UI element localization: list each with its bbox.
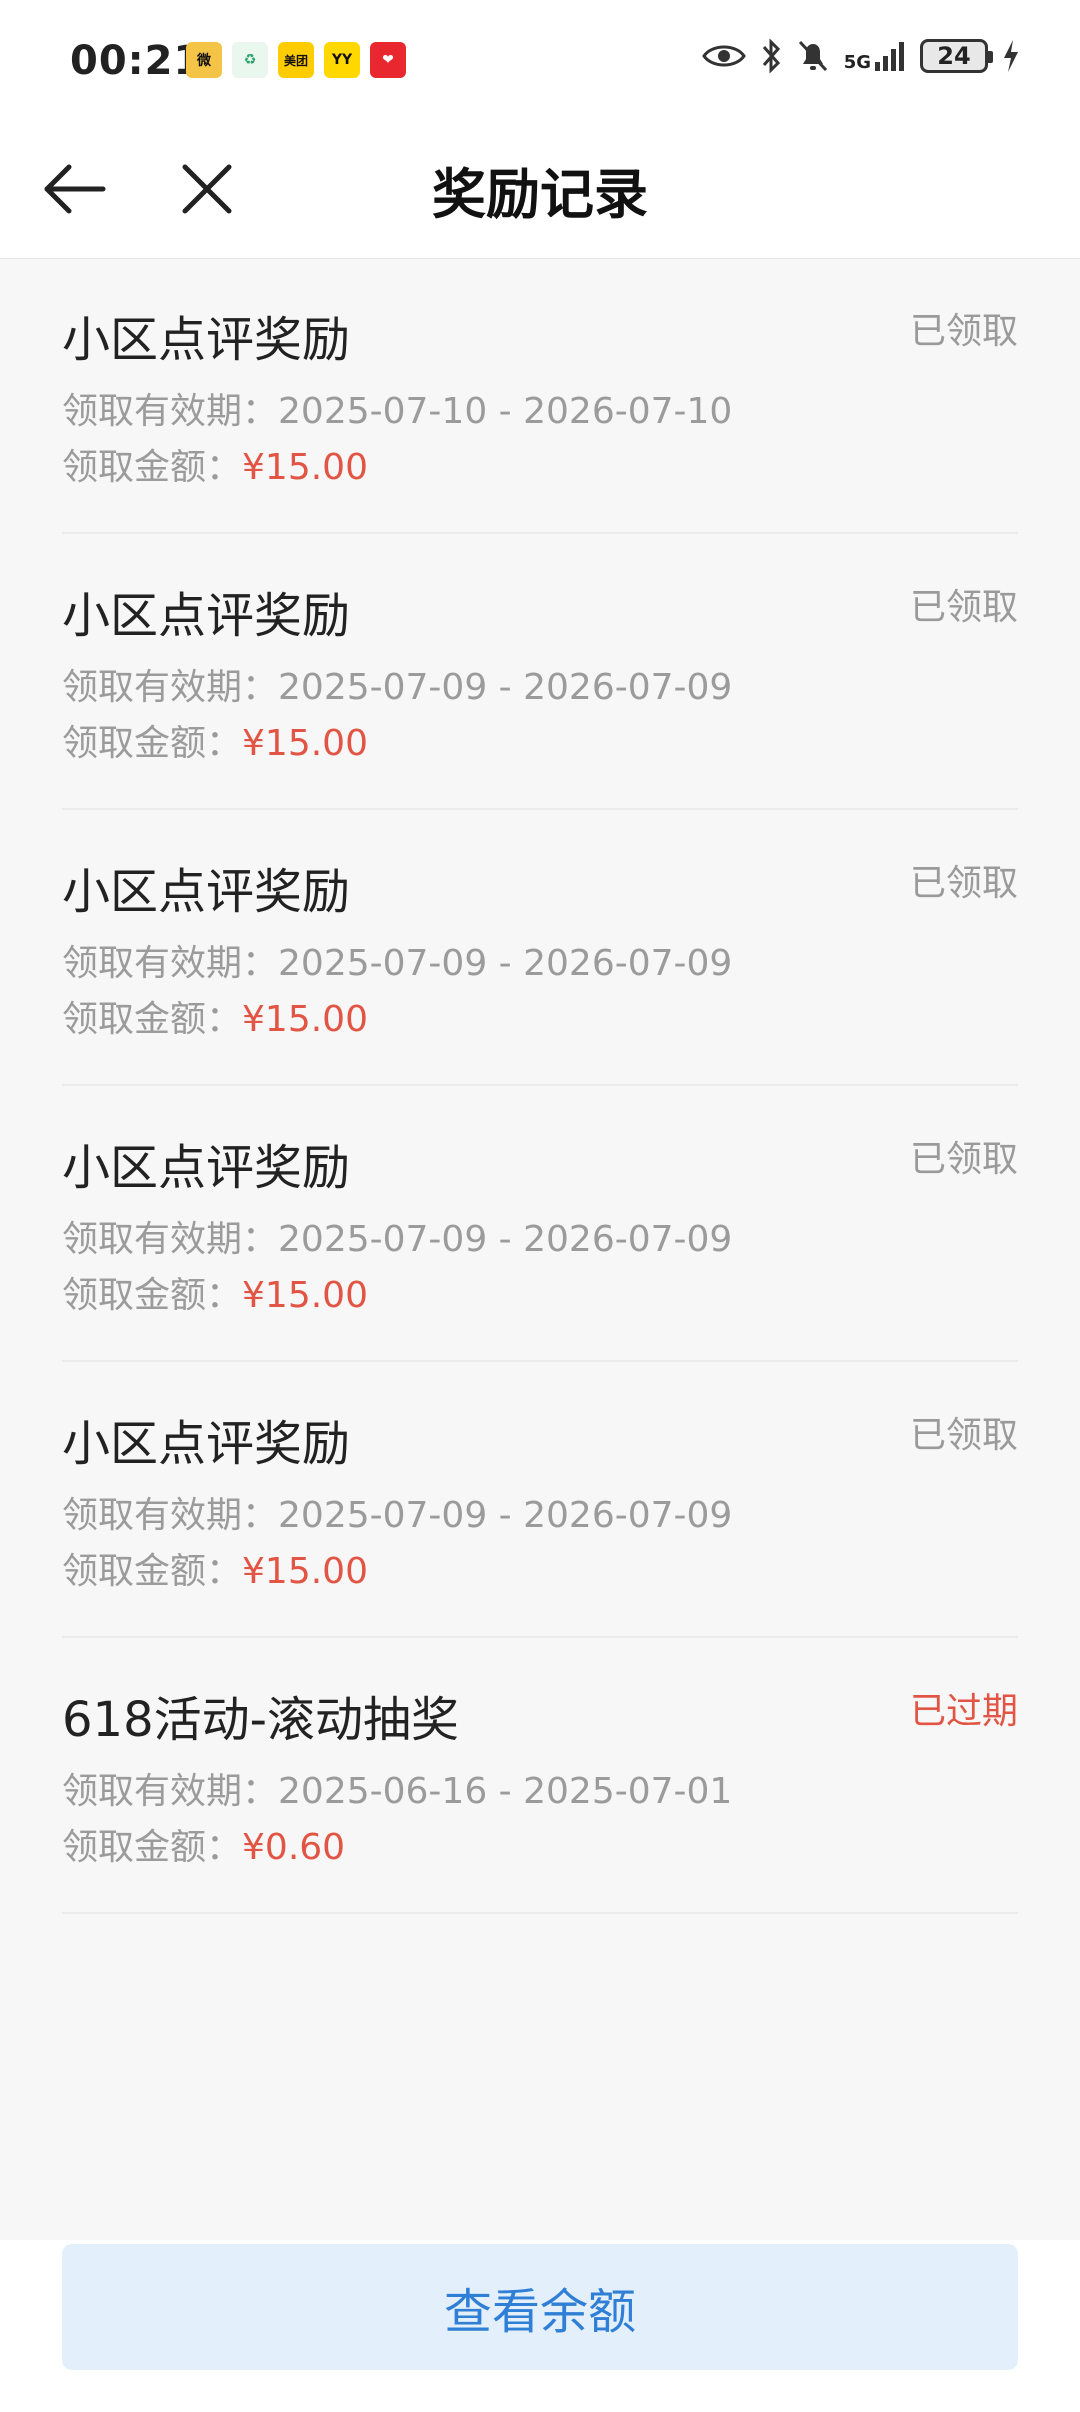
eye-icon — [701, 45, 746, 67]
bottom-action-area: 查看余额 — [0, 2240, 1080, 2412]
reward-record-list: 小区点评奖励 已领取 领取有效期：2025-07-10 - 2026-07-10… — [62, 258, 1018, 1914]
status-badge: 已过期 — [909, 1691, 1018, 1732]
status-bar: 00:21 微 ♻ 美团 YY ❤ 5G 24 — [0, 0, 1080, 120]
list-item[interactable]: 小区点评奖励 已领取 领取有效期：2025-07-09 - 2026-07-09… — [62, 534, 1018, 810]
charging-bolt-icon — [1004, 40, 1018, 72]
signal-bars-icon — [875, 42, 904, 71]
record-amount: 领取金额：¥0.60 — [62, 1827, 346, 1868]
status-badge: 已领取 — [909, 311, 1018, 352]
record-validity: 领取有效期：2025-06-16 - 2025-07-01 — [62, 1771, 733, 1812]
signal-strength: 5G — [844, 40, 906, 72]
list-item[interactable]: 小区点评奖励 已领取 领取有效期：2025-07-10 - 2026-07-10… — [62, 258, 1018, 534]
weibo-icon: 微 — [186, 42, 222, 78]
app-root: 00:21 微 ♻ 美团 YY ❤ 5G 24 奖励记录 小区点评奖励 已领取 … — [0, 0, 1080, 2412]
record-title: 小区点评奖励 — [62, 312, 351, 368]
record-amount: 领取金额：¥15.00 — [62, 1551, 368, 1592]
list-item[interactable]: 小区点评奖励 已领取 领取有效期：2025-07-09 - 2026-07-09… — [62, 1086, 1018, 1362]
record-title: 小区点评奖励 — [62, 1416, 351, 1472]
record-validity: 领取有效期：2025-07-09 - 2026-07-09 — [62, 943, 733, 984]
status-badge: 已领取 — [909, 1139, 1018, 1180]
yy-icon: YY — [324, 42, 360, 78]
network-type: 5G — [843, 52, 871, 73]
list-item[interactable]: 618活动-滚动抽奖 已过期 领取有效期：2025-06-16 - 2025-0… — [62, 1638, 1018, 1914]
nav-bar: 奖励记录 — [0, 120, 1080, 259]
list-item[interactable]: 小区点评奖励 已领取 领取有效期：2025-07-09 - 2026-07-09… — [62, 810, 1018, 1086]
record-title: 小区点评奖励 — [62, 1140, 351, 1196]
meituan-icon: 美团 — [278, 42, 314, 78]
notification-app-icons: 微 ♻ 美团 YY ❤ — [186, 42, 406, 78]
record-title: 小区点评奖励 — [62, 864, 351, 920]
record-title: 618活动-滚动抽奖 — [62, 1692, 459, 1748]
status-badge: 已领取 — [909, 587, 1018, 628]
record-amount: 领取金额：¥15.00 — [62, 723, 368, 764]
record-title: 小区点评奖励 — [62, 588, 351, 644]
record-validity: 领取有效期：2025-07-09 - 2026-07-09 — [62, 1495, 733, 1536]
record-amount: 领取金额：¥15.00 — [62, 999, 368, 1040]
status-time: 00:21 — [70, 38, 203, 84]
bluetooth-icon — [762, 38, 780, 74]
list-item[interactable]: 小区点评奖励 已领取 领取有效期：2025-07-09 - 2026-07-09… — [62, 1362, 1018, 1638]
check-balance-button[interactable]: 查看余额 — [62, 2244, 1018, 2370]
record-validity: 领取有效期：2025-07-09 - 2026-07-09 — [62, 1219, 733, 1260]
red-app-icon: ❤ — [370, 42, 406, 78]
record-validity: 领取有效期：2025-07-09 - 2026-07-09 — [62, 667, 733, 708]
status-badge: 已领取 — [909, 1415, 1018, 1456]
status-badge: 已领取 — [909, 863, 1018, 904]
record-amount: 领取金额：¥15.00 — [62, 1275, 368, 1316]
status-indicators: 5G 24 — [701, 38, 1020, 74]
battery-indicator: 24 — [920, 39, 993, 73]
bell-muted-icon — [798, 40, 827, 72]
page-title: 奖励记录 — [432, 163, 648, 226]
green-app-icon: ♻ — [232, 42, 268, 78]
record-amount: 领取金额：¥15.00 — [62, 447, 368, 488]
record-validity: 领取有效期：2025-07-10 - 2026-07-10 — [62, 391, 733, 432]
